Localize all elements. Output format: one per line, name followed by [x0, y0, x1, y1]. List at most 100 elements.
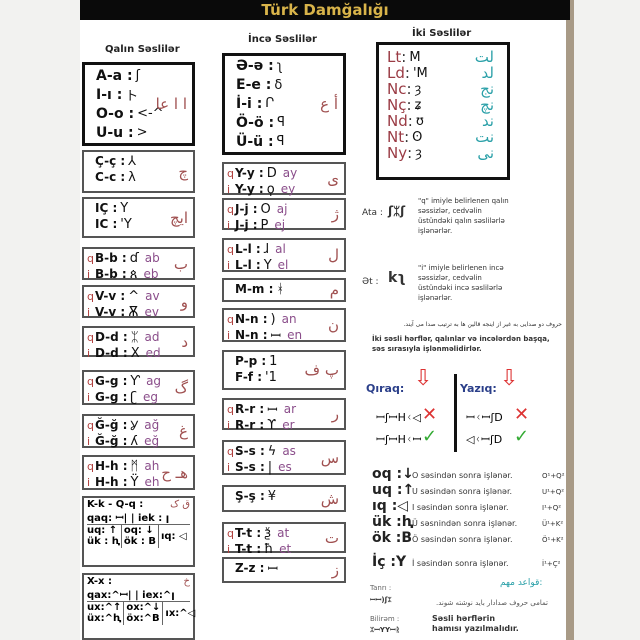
rune-glyph: 1: [269, 353, 278, 369]
rune-glyph: ⅄: [128, 153, 137, 169]
rune-glyph: X: [130, 345, 140, 361]
rune-glyph: ȝ: [414, 81, 422, 97]
letter-label: M-m :: [235, 282, 274, 296]
arabic-letter: ژ: [331, 205, 339, 223]
x-uk: üx:^ⱨ: [87, 613, 121, 624]
arabic-letter: د: [181, 332, 188, 351]
register-prefix: i: [227, 460, 231, 474]
bilirem-runes: ᛯꟷYYꟷᚱ: [370, 626, 400, 634]
letter-label: A-a :: [96, 67, 133, 84]
letter-box: A-a : ʃ I-ı : ト O-o : <-^ U-u : > ا ا عا: [82, 62, 195, 146]
rune-glyph: ɺ: [263, 241, 270, 257]
sound-label: ev: [144, 305, 159, 319]
rune-glyph: ꟷ: [267, 562, 279, 577]
letter-row: Ç-ç : ⅄: [87, 153, 190, 169]
rune-glyph: ꟼ: [276, 134, 285, 150]
sound-label: et: [279, 542, 292, 556]
yaziq-label: Yazıq:: [460, 382, 497, 395]
letter-row: i D-d : Xed: [87, 345, 190, 361]
letter-row: q L-l : ɺ al: [227, 241, 341, 257]
letter-label: C-c :: [95, 170, 126, 184]
rune-glyph: ◁: [397, 498, 409, 514]
rune-glyph: D: [266, 165, 277, 181]
rune-glyph: ѯ: [264, 525, 272, 541]
rune-glyph: Ƴ: [130, 373, 141, 389]
letter-label: R-r :: [235, 418, 265, 432]
iki-row: Ld : 'M لد: [387, 64, 499, 82]
register-prefix: q: [227, 242, 234, 256]
sound-label: al: [275, 242, 286, 256]
rune-glyph: ጰ: [129, 266, 138, 282]
rune-glyph: M: [409, 49, 421, 65]
register-prefix: i: [87, 434, 91, 448]
arabic-letter: ل: [328, 246, 339, 264]
et-runes: kʅ: [388, 270, 406, 286]
x-title: X-x :: [87, 576, 112, 587]
rune-glyph: ϒ: [267, 417, 277, 433]
sound-label: ağ: [144, 418, 160, 432]
arabic-note: حروف دو صدایی به غیر از اینجه قالین ها ب…: [403, 321, 563, 328]
letter-label: N-n :: [235, 328, 268, 342]
rule-row: ıq :◁ I səsindən sonra işlənər. I¹+Q²: [372, 498, 561, 514]
sound-label: eğ: [144, 434, 160, 448]
letter-box: M-m :ᚼم: [222, 278, 346, 302]
yaziq-right: ◁ᚲꟷʃD: [466, 433, 503, 446]
letter-row: q J-j : Oaj: [227, 201, 341, 217]
letter-row: q Ğ-ğ : Ỿağ: [87, 417, 190, 434]
rune-glyph: ¥: [267, 488, 277, 504]
letter-row: i L-l : Yel: [227, 257, 341, 273]
arabic-letter: أ ع: [320, 95, 338, 113]
arabic-letter: و: [180, 292, 188, 311]
arabic-letter: ر: [331, 405, 339, 423]
arabic-letter: م: [329, 281, 339, 299]
letter-box: Z-z :ꟷز: [222, 557, 346, 583]
sound-label: as: [282, 444, 296, 458]
letter-row: A-a :ʃ: [88, 66, 189, 85]
sound-label: ah: [144, 459, 160, 473]
down-arrow-icon: ⇩: [414, 366, 433, 391]
letter-label: Ö-ö :: [236, 114, 275, 131]
kq-uk: ük : ⱨ: [87, 536, 119, 547]
rune-glyph: λ: [128, 169, 136, 185]
qiraq-wrong: ꟷʃꟷHᚲ◁: [376, 411, 421, 424]
letter-row: q R-r : ꟷ ar: [227, 401, 341, 418]
rule-description: Ö səsindən sonra işlənər.: [412, 535, 513, 544]
rune-glyph: ħ: [264, 541, 274, 557]
letter-label: Ç-ç :: [95, 154, 126, 168]
x-ax: qax:^ꟷ|: [87, 590, 132, 601]
sound-label: eb: [143, 267, 159, 281]
sound-label: av: [145, 289, 160, 303]
register-prefix: i: [227, 418, 231, 432]
rule-key-text: ök :: [372, 530, 402, 546]
letter-label: T-t :: [235, 526, 262, 540]
arabic-letter: پ ف: [304, 361, 339, 379]
letter-label: J-j :: [235, 202, 258, 216]
kq-ok: ök : B: [123, 536, 156, 547]
sound-label: ad: [144, 330, 160, 344]
rune-glyph: ): [270, 311, 276, 327]
rule-formula: I¹+Q²: [542, 504, 562, 512]
register-prefix: i: [87, 305, 91, 319]
rune-glyph: Ѫ: [128, 304, 139, 320]
letter-label: Y-y :: [235, 182, 264, 196]
letter-row: q V-v : ^ av: [87, 288, 190, 304]
sound-label: ag: [146, 374, 162, 388]
rule-key-text: İç :: [372, 554, 396, 570]
letter-box: q J-j : Oaj i J-j : Pej ژ: [222, 198, 346, 233]
rune-glyph: B: [401, 530, 413, 546]
digraph-label: Ny: [387, 144, 408, 162]
rune-glyph: Ր: [265, 96, 275, 112]
letter-label: D-d :: [95, 330, 128, 344]
rule-description: O səsindən sonra işlənər.: [412, 471, 513, 480]
yaziq-wrong: ꟷᚲꟷʃD: [466, 411, 503, 424]
register-prefix: q: [87, 251, 94, 265]
sound-label: ey: [280, 182, 296, 196]
rune-glyph: ꟷ: [267, 403, 278, 418]
letter-box: q V-v : ^ av i V-v : Ѫev و: [82, 285, 195, 320]
arabic-letter: ت: [324, 528, 339, 547]
letter-label: V-v :: [95, 305, 126, 319]
letter-label: G-g :: [95, 390, 128, 404]
sound-label: ed: [145, 346, 161, 360]
kq-arabic: ق ک: [170, 499, 190, 510]
arabic-letter: ن: [327, 316, 339, 334]
